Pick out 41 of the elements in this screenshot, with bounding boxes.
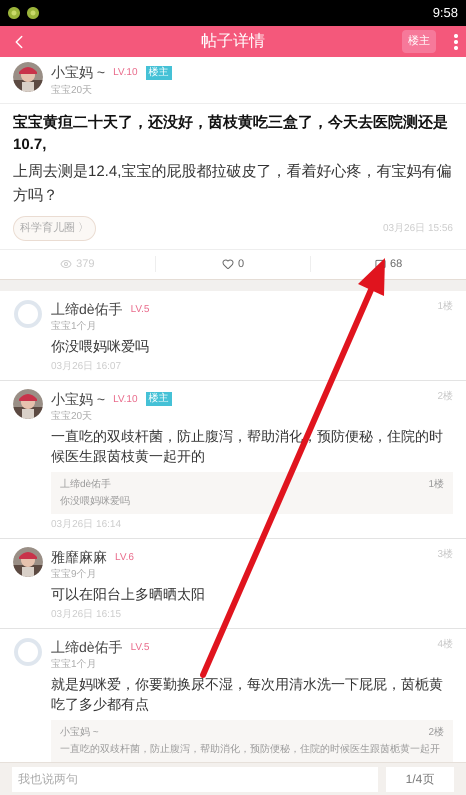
- owner-badge: 楼主: [146, 66, 172, 80]
- floor-number: 2楼: [428, 726, 444, 740]
- heart-icon: [222, 258, 234, 270]
- comment-input[interactable]: 我也说两句: [12, 766, 378, 792]
- page-title: 帖子详情: [201, 32, 265, 52]
- more-button[interactable]: [454, 34, 458, 50]
- user-name: 小宝妈 ~: [51, 63, 106, 82]
- owner-only-button[interactable]: 楼主: [402, 30, 436, 53]
- user-level: LV.10: [113, 66, 138, 80]
- comment-text: 你没喂妈咪爱吗: [51, 336, 150, 356]
- like-button[interactable]: 0: [156, 256, 312, 272]
- baby-age: 宝宝1个月: [51, 320, 98, 332]
- user-level: LV.5: [130, 640, 150, 654]
- quoted-user: 小宝妈 ~: [60, 726, 99, 740]
- quoted-text: 你没喂妈咪爱吗: [60, 494, 131, 508]
- clock: 9:58: [432, 4, 458, 22]
- user-level: LV.10: [113, 392, 138, 406]
- user-name: 丄缔dè佑手: [51, 300, 123, 318]
- user-name: 小宝妈 ~: [51, 390, 106, 408]
- comment-text: 一直吃的双歧杆菌，防止腹泻，帮助消化，预防便秘，住院的时候医生跟茵枝黄一起开的: [51, 426, 444, 466]
- baby-age: 宝宝20天: [51, 410, 94, 422]
- user-level: LV.6: [115, 550, 134, 564]
- quoted-text: 一直吃的双歧杆菌，防止腹泻，帮助消化，预防便秘，住院的时候医生跟茵栀黄一起开: [60, 742, 441, 756]
- owner-badge: 楼主: [146, 392, 172, 406]
- user-name: 雅靡麻麻: [51, 548, 107, 566]
- baby-age: 宝宝9个月: [51, 568, 98, 580]
- user-name: 丄缔dè佑手: [51, 638, 123, 656]
- more-icon: [454, 34, 458, 50]
- comment-text: 就是妈咪爱，你要勤换尿不湿，每次用清水洗一下屁屁，茵栀黄吃了多少都有点: [51, 674, 444, 714]
- comment-text: 可以在阳台上多晒晒太阳: [51, 584, 206, 604]
- baby-age: 宝宝1个月: [51, 658, 98, 670]
- status-icon: [8, 7, 20, 19]
- post-body: 上周去测是12.4,宝宝的屁股都拉破皮了，看着好心疼，有宝妈有偏方吗？: [13, 162, 452, 206]
- floor-number: 1楼: [428, 478, 444, 492]
- post-title: 宝宝黄疸二十天了，还没好，茵枝黄吃三盒了，今天去医院测还是10.7,: [13, 113, 449, 155]
- baby-age: 宝宝20天: [51, 84, 94, 98]
- views-icon: [60, 258, 72, 270]
- quoted-user: 丄缔dè佑手: [60, 478, 112, 492]
- status-icon: [27, 7, 39, 19]
- user-level: LV.5: [130, 302, 150, 316]
- page-indicator[interactable]: 1/4页: [386, 766, 454, 792]
